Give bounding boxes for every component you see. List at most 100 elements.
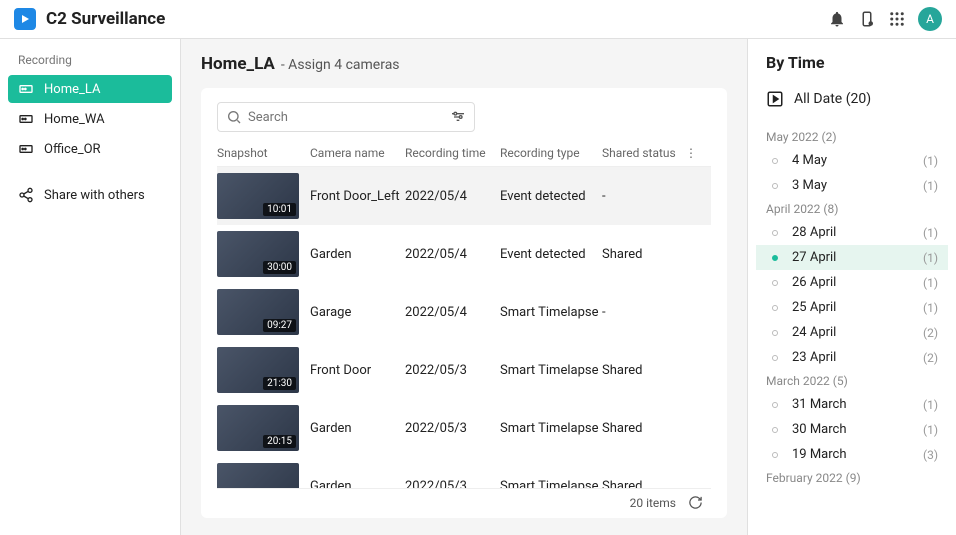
duration-badge: 09:27 [263, 319, 296, 332]
timeline-dot [772, 427, 778, 433]
share-label: Share with others [44, 188, 145, 203]
cell-shared: Shared [602, 247, 682, 262]
sidebar-item-label: Home_LA [44, 82, 100, 97]
date-label: 31 March [792, 397, 923, 412]
thumbnail: 10:01 [217, 173, 299, 219]
search-icon [226, 109, 242, 125]
cell-type: Smart Timelapse [500, 305, 602, 320]
filter-icon[interactable] [450, 109, 466, 125]
right-panel-title: By Time [756, 53, 948, 86]
table-row[interactable]: Garden2022/05/3Smart TimelapseShared [217, 457, 711, 488]
date-row[interactable]: 26 April(1) [756, 270, 948, 295]
date-row[interactable]: 28 April(1) [756, 220, 948, 245]
cell-time: 2022/05/3 [405, 363, 500, 378]
date-count: (1) [923, 398, 938, 412]
duration-badge: 30:00 [263, 261, 296, 274]
cell-time: 2022/05/4 [405, 189, 500, 204]
date-row[interactable]: 25 April(1) [756, 295, 948, 320]
date-row[interactable]: 24 April(2) [756, 320, 948, 345]
table-row[interactable]: 10:01Front Door_Left2022/05/4Event detec… [217, 167, 711, 225]
share-icon [18, 187, 34, 203]
col-time: Recording time [405, 146, 500, 160]
date-row[interactable]: 30 March(1) [756, 417, 948, 442]
date-label: 25 April [792, 300, 923, 315]
sidebar-item[interactable]: Office_OR [8, 135, 172, 163]
date-count: (1) [923, 301, 938, 315]
date-label: 4 May [792, 153, 923, 168]
month-head: April 2022 (8) [756, 198, 948, 220]
search-box[interactable] [217, 102, 475, 132]
date-row[interactable]: 3 May(1) [756, 173, 948, 198]
timeline-dot [772, 183, 778, 189]
cell-time: 2022/05/3 [405, 479, 500, 489]
cell-camera: Garden [310, 247, 405, 262]
cell-shared: Shared [602, 421, 682, 436]
device-icon[interactable] [852, 4, 882, 34]
cell-time: 2022/05/4 [405, 305, 500, 320]
date-label: 19 March [792, 447, 923, 462]
timeline-dot [772, 255, 778, 261]
date-count: (1) [923, 179, 938, 193]
apps-icon[interactable] [882, 4, 912, 34]
search-input[interactable] [248, 110, 444, 125]
month-head: May 2022 (2) [756, 126, 948, 148]
date-row[interactable]: 31 March(1) [756, 392, 948, 417]
cell-camera: Garden [310, 479, 405, 489]
table-row[interactable]: 20:15Garden2022/05/3Smart TimelapseShare… [217, 399, 711, 457]
timeline-dot [772, 402, 778, 408]
thumbnail: 09:27 [217, 289, 299, 335]
timeline-dot [772, 280, 778, 286]
thumbnail: 30:00 [217, 231, 299, 277]
app-logo [14, 8, 36, 30]
date-row[interactable]: 27 April(1) [756, 245, 948, 270]
all-date[interactable]: All Date (20) [756, 86, 948, 112]
sidebar-item[interactable]: Home_WA [8, 105, 172, 133]
cell-camera: Front Door [310, 363, 405, 378]
avatar[interactable]: A [918, 7, 942, 31]
date-count: (2) [923, 351, 938, 365]
date-label: 28 April [792, 225, 923, 240]
share-with-others[interactable]: Share with others [8, 187, 172, 203]
date-label: 3 May [792, 178, 923, 193]
col-more-icon[interactable]: ⋮ [682, 146, 697, 160]
cell-shared: - [602, 189, 682, 204]
date-label: 27 April [792, 250, 923, 265]
col-type: Recording type [500, 146, 602, 160]
col-camera: Camera name [310, 146, 405, 160]
date-row[interactable]: 23 April(2) [756, 345, 948, 370]
timeline-dot [772, 158, 778, 164]
recorder-icon [18, 81, 34, 97]
table-row[interactable]: 30:00Garden2022/05/4Event detectedShared [217, 225, 711, 283]
timeline-dot [772, 305, 778, 311]
recorder-icon [18, 111, 34, 127]
cell-time: 2022/05/3 [405, 421, 500, 436]
date-row[interactable]: 19 March(3) [756, 442, 948, 467]
timeline-dot [772, 330, 778, 336]
col-snapshot: Snapshot [217, 146, 310, 160]
refresh-icon[interactable] [688, 495, 703, 510]
sidebar-item-label: Home_WA [44, 112, 105, 127]
thumbnail: 21:30 [217, 347, 299, 393]
date-label: 26 April [792, 275, 923, 290]
all-date-label: All Date (20) [794, 91, 871, 107]
app-title: C2 Surveillance [46, 9, 165, 29]
timeline-dot [772, 452, 778, 458]
cell-camera: Garage [310, 305, 405, 320]
date-count: (1) [923, 423, 938, 437]
month-head: February 2022 (9) [756, 467, 948, 489]
sidebar-item-label: Office_OR [44, 142, 101, 157]
table-row[interactable]: 21:30Front Door2022/05/3Smart TimelapseS… [217, 341, 711, 399]
date-row[interactable]: 4 May(1) [756, 148, 948, 173]
page-title: Home_LA [201, 54, 275, 74]
cell-shared: Shared [602, 479, 682, 489]
table-row[interactable]: 09:27Garage2022/05/4Smart Timelapse- [217, 283, 711, 341]
cell-type: Event detected [500, 247, 602, 262]
date-label: 23 April [792, 350, 923, 365]
bell-icon[interactable] [822, 4, 852, 34]
cell-camera: Garden [310, 421, 405, 436]
sidebar-item[interactable]: Home_LA [8, 75, 172, 103]
date-count: (2) [923, 326, 938, 340]
col-shared: Shared status [602, 146, 682, 160]
date-count: (3) [923, 448, 938, 462]
thumbnail [217, 463, 299, 488]
